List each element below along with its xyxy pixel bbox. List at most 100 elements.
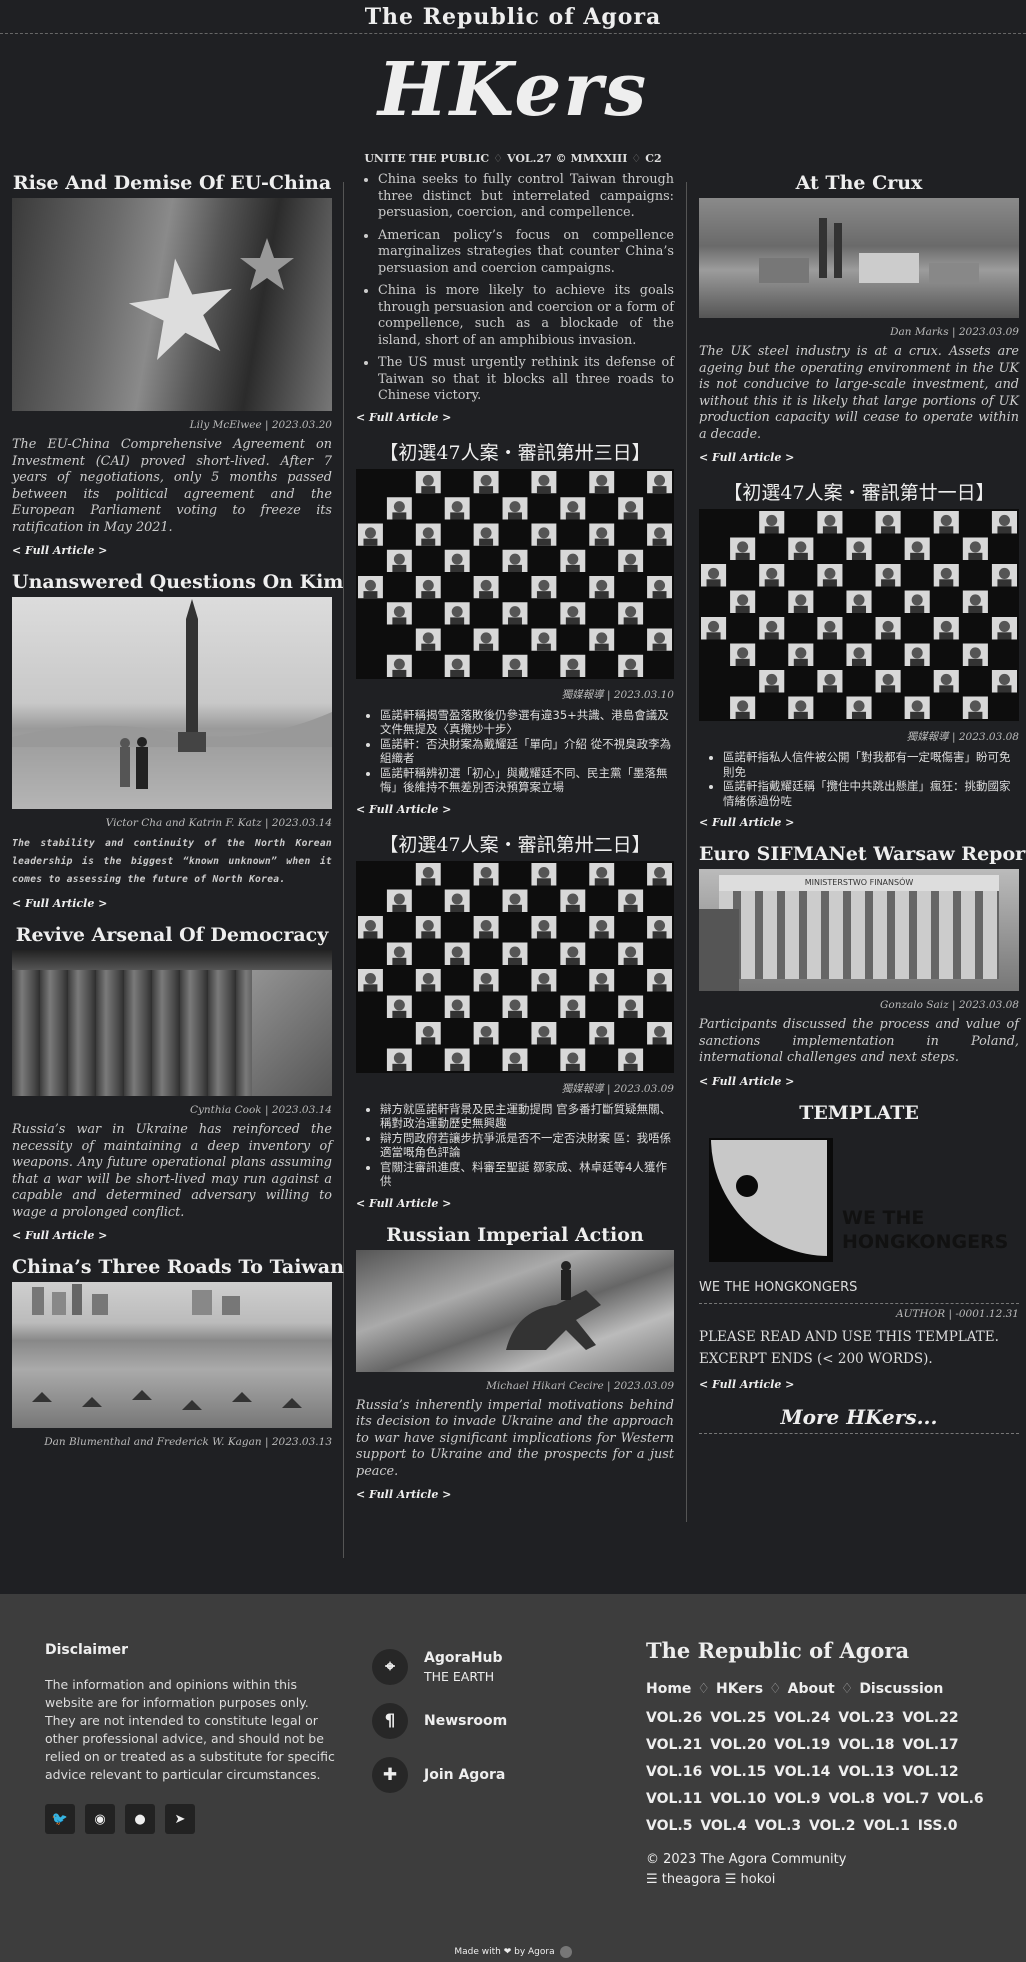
volume-row[interactable]: VOL.11 VOL.10 VOL.9 VOL.8 VOL.7 VOL.6 — [646, 1786, 1001, 1813]
list-item: China seeks to fully control Taiwan thro… — [378, 172, 674, 222]
article-card: Unanswered Questions On Kim Victor Cha a… — [12, 571, 343, 910]
article-title[interactable]: TEMPLATE — [699, 1102, 1019, 1124]
template-body: EXCERPT ENDS (< 200 WORDS). — [699, 1350, 933, 1367]
article-title[interactable]: Euro SIFMANet Warsaw Report — [699, 843, 1026, 865]
article-title[interactable]: Revive Arsenal Of Democracy — [12, 924, 332, 946]
nav-hkers[interactable]: HKers — [716, 1681, 763, 1697]
article-title[interactable]: 【初選47人案・審訊第廿一日】 — [699, 478, 1019, 505]
newsroom-link[interactable]: ¶ Newsroom — [372, 1702, 622, 1740]
article-byline: Victor Cha and Katrin F. Katz | 2023.03.… — [105, 817, 332, 829]
list-item: American policy’s focus on compellence m… — [378, 228, 674, 278]
footer-nav: Home ♢ HKers ♢ About ♢ Discussion — [646, 1681, 1001, 1697]
tagline-sep: ♢ — [493, 152, 503, 165]
list-item: 辯方問政府若讓步抗爭派是否不一定否決財案 區：我唔係適當嘅角色評論 — [380, 1131, 674, 1160]
nav-discussion[interactable]: Discussion — [859, 1681, 943, 1697]
article-image-defendants-grid[interactable] — [699, 509, 1019, 721]
join-agora-link[interactable]: ✚ Join Agora — [372, 1756, 622, 1794]
article-excerpt: Russia’s war in Ukraine has reinforced t… — [12, 1122, 332, 1220]
volume-row[interactable]: VOL.21 VOL.20 VOL.19 VOL.18 VOL.17 — [646, 1732, 1001, 1759]
link-title: Newsroom — [424, 1713, 508, 1729]
list-item: China is more likely to achieve its goal… — [378, 283, 674, 349]
article-byline: Cynthia Cook | 2023.03.14 — [189, 1104, 332, 1116]
full-article-link[interactable]: < Full Article > — [699, 1378, 1019, 1391]
article-image-defendants-grid[interactable] — [356, 860, 674, 1073]
nav-sep: ♢ — [840, 1681, 854, 1697]
link-subtitle: THE EARTH — [424, 1669, 495, 1684]
full-article-link[interactable]: < Full Article > — [12, 544, 332, 557]
volume-row[interactable]: VOL.16 VOL.15 VOL.14 VOL.13 VOL.12 — [646, 1759, 1001, 1786]
footer-brand[interactable]: The Republic of Agora — [646, 1638, 1001, 1663]
agorahub-link[interactable]: ⌖ AgoraHub THE EARTH — [372, 1648, 622, 1686]
copyright-text: © 2023 The Agora Community — [646, 1852, 847, 1867]
nav-sep: ♢ — [697, 1681, 710, 1697]
column-left: Rise And Demise Of EU-China Lily McElwee… — [12, 172, 344, 1454]
twitter-icon[interactable]: 🐦 — [45, 1804, 75, 1834]
article-excerpt: The UK steel industry is at a crux. Asse… — [699, 344, 1019, 442]
telegram-icon[interactable]: ➤ — [165, 1804, 195, 1834]
full-article-link[interactable]: < Full Article > — [699, 1075, 1019, 1088]
list-item: 區諾軒稱揭雪盈落敗後仍參選有違35+共識、港島會議及文件無提及〈真攬炒十步〉 — [380, 708, 674, 737]
column-divider — [343, 182, 344, 1558]
full-article-link[interactable]: < Full Article > — [356, 411, 674, 424]
list-item: 區諾軒：否決財案為戴耀廷「單向」介紹 從不視臭政李為組織者 — [380, 737, 674, 766]
article-byline: Michael Hikari Cecire | 2023.03.09 — [486, 1379, 674, 1392]
site-footer: Disclaimer The information and opinions … — [0, 1594, 1026, 1962]
article-image-statue[interactable] — [356, 1249, 674, 1372]
article-image-flag[interactable] — [12, 198, 332, 411]
more-hkers-link[interactable]: More HKers... — [699, 1405, 1019, 1429]
full-article-link[interactable]: < Full Article > — [699, 451, 1019, 464]
disclaimer-title: Disclaimer — [45, 1642, 129, 1658]
disclaimer-text: The information and opinions within this… — [45, 1677, 335, 1782]
template-body: PLEASE READ AND USE THIS TEMPLATE. — [699, 1328, 999, 1345]
credits-links[interactable]: ☰ theagora ☰ hokoi — [646, 1870, 1001, 1890]
disclaimer-section: Disclaimer The information and opinions … — [45, 1642, 341, 1784]
article-image-beach[interactable] — [12, 1282, 332, 1428]
full-article-link[interactable]: < Full Article > — [356, 1488, 674, 1501]
social-links: 🐦 ◉ ● ➤ — [45, 1804, 195, 1834]
template-logo[interactable]: WE THE HONGKONGERS — [699, 1128, 1019, 1274]
article-title[interactable]: Unanswered Questions On Kim — [12, 571, 343, 593]
article-image-shells[interactable] — [12, 950, 332, 1096]
article-title[interactable]: 【初選47人案・審訊第卅三日】 — [356, 438, 674, 465]
tagline-volume: VOL.27 — [507, 152, 552, 165]
full-article-link[interactable]: < Full Article > — [356, 803, 674, 816]
footer-nav-section: The Republic of Agora Home ♢ HKers ♢ About ♢ D… — [646, 1638, 1001, 1890]
article-image-rocket[interactable] — [12, 597, 332, 809]
nav-about[interactable]: About — [788, 1681, 835, 1697]
article-image-ministry-building[interactable]: MINISTERSTWO FINANSÓW — [699, 869, 1019, 991]
article-image-defendants-grid[interactable] — [356, 468, 674, 679]
logo-text-line: HONGKONGERS — [842, 1230, 1009, 1253]
site-title[interactable]: The Republic of Agora — [0, 0, 1026, 34]
github-icon[interactable]: ◉ — [85, 1804, 115, 1834]
nav-home[interactable]: Home — [646, 1681, 691, 1697]
masthead-logo[interactable]: HKers — [0, 34, 1026, 146]
tagline-sep: ♢ — [631, 152, 642, 165]
article-title[interactable]: At The Crux — [699, 172, 1019, 194]
bullet-list: 區諾軒指私人信件被公開「對我都有一定嘅傷害」盼可免則免 區諾軒指戴耀廷稱「攬住中… — [699, 750, 1019, 808]
list-item: The US must urgently rethink its defense… — [378, 355, 674, 405]
column-divider — [686, 182, 687, 1522]
list-item: 辯方就區諾軒背景及民主運動提問 官多番打斷質疑無關、稱對政治運動歷史無興趣 — [380, 1102, 674, 1131]
volume-row[interactable]: VOL.26 VOL.25 VOL.24 VOL.23 VOL.22 — [646, 1705, 1001, 1732]
logo-text-line: WE THE — [842, 1206, 925, 1229]
volume-row[interactable]: VOL.5 VOL.4 VOL.3 VOL.2 VOL.1 ISS.0 — [646, 1813, 1001, 1840]
article-byline: Lily McElwee | 2023.03.20 — [189, 419, 332, 431]
article-title[interactable]: 【初選47人案・審訊第卅二日】 — [356, 830, 674, 857]
full-article-link[interactable]: < Full Article > — [699, 816, 1019, 829]
full-article-link[interactable]: < Full Article > — [356, 1197, 674, 1210]
article-title[interactable]: Russian Imperial Action — [356, 1224, 674, 1246]
article-image-steelworks[interactable] — [699, 198, 1019, 318]
footer-links: ⌖ AgoraHub THE EARTH ¶ Newsroom ✚ Join Ag… — [372, 1648, 622, 1810]
link-title: AgoraHub — [424, 1650, 503, 1666]
article-byline: Dan Marks | 2023.03.09 — [890, 326, 1019, 338]
article-byline: 獨媒報導 | 2023.03.08 — [906, 731, 1019, 743]
full-article-link[interactable]: < Full Article > — [12, 897, 332, 910]
template-caption: WE THE HONGKONGERS — [699, 1279, 858, 1295]
full-article-link[interactable]: < Full Article > — [12, 1229, 332, 1242]
article-card: Rise And Demise Of EU-China Lily McElwee… — [12, 172, 332, 557]
reddit-icon[interactable]: ● — [125, 1804, 155, 1834]
agora-badge-icon — [559, 1945, 572, 1958]
nav-sep: ♢ — [769, 1681, 782, 1697]
article-title[interactable]: China’s Three Roads To Taiwan — [12, 1256, 344, 1278]
article-title[interactable]: Rise And Demise Of EU-China — [12, 172, 332, 194]
